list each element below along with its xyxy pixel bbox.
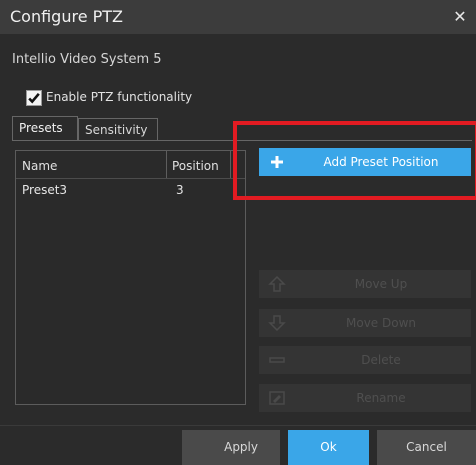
close-icon[interactable]: ✕ xyxy=(450,7,470,27)
delete-button[interactable]: Delete xyxy=(259,346,471,374)
apply-button[interactable]: Apply xyxy=(182,430,280,465)
column-divider[interactable] xyxy=(166,151,167,178)
system-name: Intellio Video System 5 xyxy=(12,52,162,67)
arrow-down-icon xyxy=(268,315,286,332)
move-up-label: Move Up xyxy=(354,277,408,291)
minus-icon xyxy=(269,357,285,363)
checkmark-icon xyxy=(28,92,40,104)
tab-presets[interactable]: Presets xyxy=(12,116,78,140)
enable-ptz-label: Enable PTZ functionality xyxy=(46,90,193,104)
rename-label: Rename xyxy=(356,391,406,405)
cancel-button[interactable]: Cancel xyxy=(377,430,476,465)
ok-button[interactable]: Ok xyxy=(288,430,369,465)
preset-list[interactable]: Name Position Preset3 3 xyxy=(15,150,246,405)
rename-button[interactable]: Rename xyxy=(259,384,471,412)
arrow-up-icon xyxy=(268,275,286,292)
footer-divider xyxy=(0,425,476,426)
preset-name: Preset3 xyxy=(22,183,68,197)
tab-sensitivity[interactable]: Sensitivity xyxy=(78,118,158,140)
column-divider[interactable] xyxy=(230,151,231,178)
column-name[interactable]: Name xyxy=(22,159,57,173)
highlight-box xyxy=(233,121,476,200)
list-item[interactable]: Preset3 3 xyxy=(16,181,245,199)
column-position[interactable]: Position xyxy=(172,159,219,173)
delete-label: Delete xyxy=(361,353,401,367)
preset-position: 3 xyxy=(176,183,184,197)
move-down-label: Move Down xyxy=(346,316,416,330)
rename-icon xyxy=(269,391,285,405)
move-up-button[interactable]: Move Up xyxy=(259,270,471,298)
move-down-button[interactable]: Move Down xyxy=(259,309,471,337)
title-bar: Configure PTZ ✕ xyxy=(0,0,476,34)
window-title: Configure PTZ xyxy=(10,7,124,26)
enable-ptz-checkbox[interactable] xyxy=(26,90,42,106)
list-header: Name Position xyxy=(16,151,245,179)
